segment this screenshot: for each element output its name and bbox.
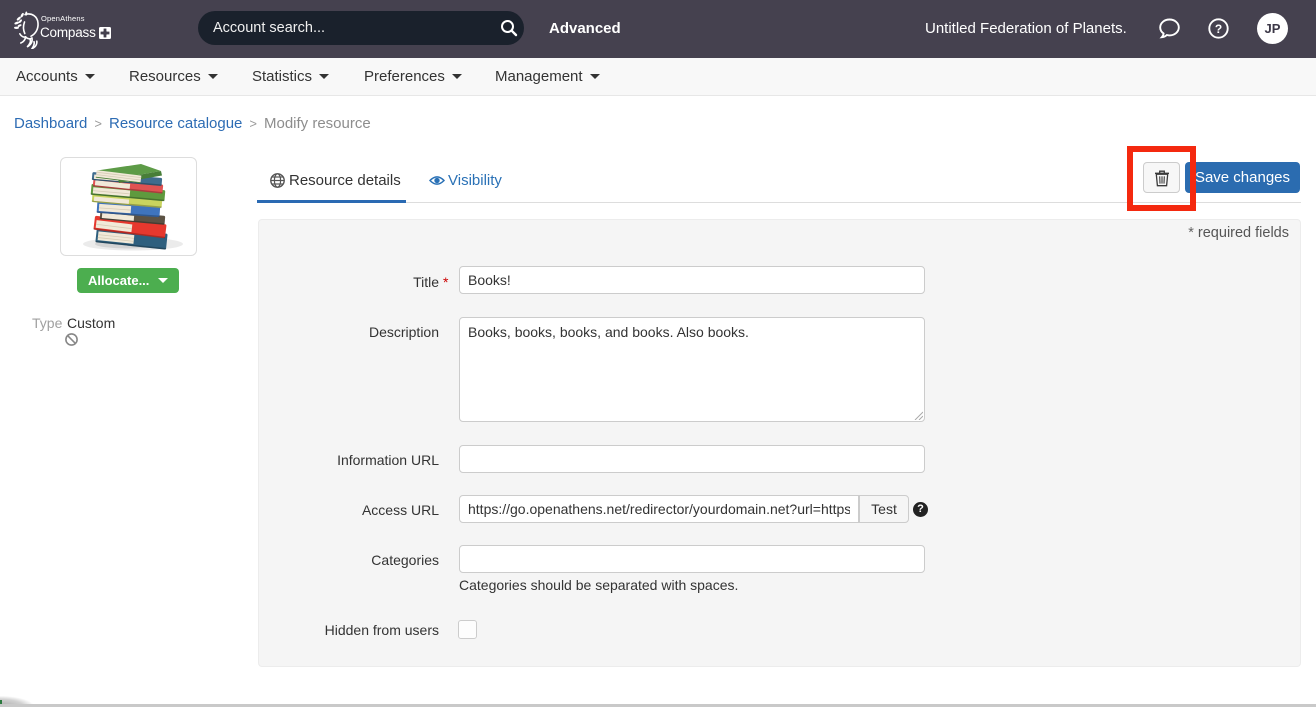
svg-text:?: ?	[1215, 22, 1222, 36]
